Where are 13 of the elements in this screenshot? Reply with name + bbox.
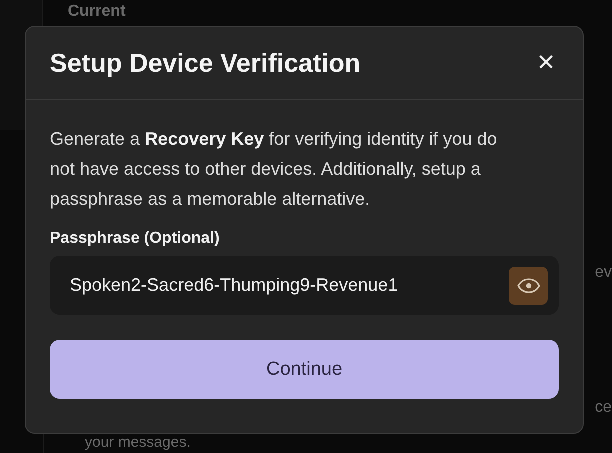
background-text: your messages. bbox=[85, 434, 191, 451]
background-text: ce bbox=[595, 399, 612, 417]
field-label: Passphrase (Optional) bbox=[50, 230, 221, 248]
passphrase-input[interactable]: Spoken2-Sacred6-Thumping9-Revenue1 bbox=[68, 274, 509, 297]
passphrase-field[interactable]: Spoken2-Sacred6-Thumping9-Revenue1 bbox=[50, 256, 559, 315]
continue-button[interactable]: Continue bbox=[50, 340, 559, 399]
background-text: ev bbox=[595, 264, 612, 282]
dialog-description: Generate a Recovery Key for verifying identity if you do not have access to other devices. Additionally, setup a passphrase as a memorable alternative. bbox=[50, 128, 498, 211]
section-heading: Current bbox=[68, 3, 126, 21]
dialog-title: Setup Device Verification bbox=[50, 48, 361, 78]
close-button[interactable]: × bbox=[533, 48, 559, 78]
eye-icon bbox=[516, 278, 540, 294]
eye-button[interactable] bbox=[509, 266, 548, 304]
